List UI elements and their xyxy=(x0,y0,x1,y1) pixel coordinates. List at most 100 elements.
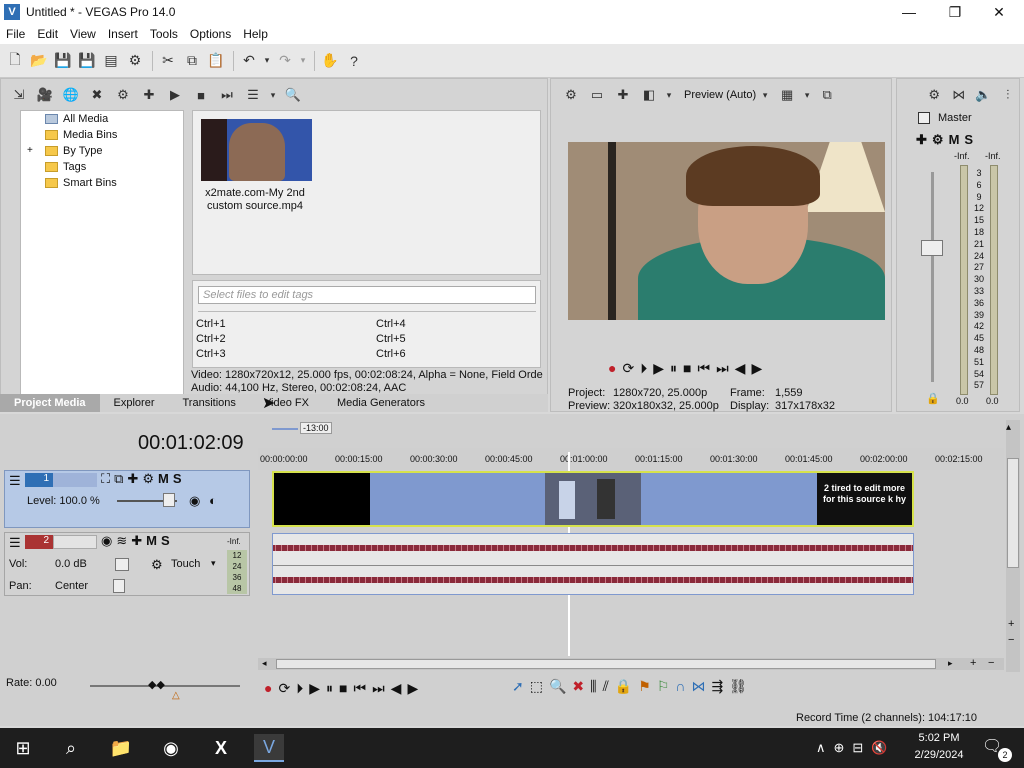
taskbar-date[interactable]: 2/29/2024 xyxy=(906,749,972,761)
master-fx-icon[interactable]: ⚙ xyxy=(932,132,944,148)
pause-icon[interactable]: ⏸ xyxy=(670,360,677,377)
time-ruler[interactable]: 00:00:00:00 00:00:15:00 00:00:30:00 00:00:4… xyxy=(258,448,1004,470)
delete-icon[interactable]: ✖ xyxy=(572,678,584,695)
search-icon[interactable]: 🔍 xyxy=(282,84,304,106)
tree-item-by-type[interactable]: + By Type xyxy=(21,143,183,159)
network-icon[interactable]: ⊕ xyxy=(834,740,845,756)
save-icon[interactable]: 💾 xyxy=(52,50,74,72)
copy-icon[interactable]: ⧉ xyxy=(181,50,203,72)
go-to-end-icon[interactable]: ⏭ xyxy=(716,360,729,377)
properties-gear-icon[interactable]: ⚙ xyxy=(124,50,146,72)
render-icon[interactable]: ▤ xyxy=(100,50,122,72)
views-dropdown-icon[interactable]: ▾ xyxy=(268,84,278,106)
overlays-grid-icon[interactable]: ▦ xyxy=(776,84,798,106)
close-button[interactable]: ✕ xyxy=(976,0,1022,24)
auto-preview-icon[interactable]: ⏭ xyxy=(216,84,238,106)
speaker-muted-icon[interactable]: 🔇 xyxy=(871,740,887,756)
rate-slider-handle[interactable]: ◆◆ xyxy=(148,678,165,691)
video-level-handle[interactable] xyxy=(163,493,175,507)
tab-transitions[interactable]: Transitions xyxy=(169,394,250,412)
vertical-scrollbar[interactable]: ▴ + − xyxy=(1006,420,1020,672)
pan-slider-handle[interactable] xyxy=(113,579,125,593)
pause-icon[interactable]: ⏸ xyxy=(326,680,333,697)
marker-label[interactable]: -13:00 xyxy=(300,422,332,434)
split-icon[interactable]: ⫽ xyxy=(603,678,609,695)
audio-solo-button[interactable]: S xyxy=(161,533,170,549)
tab-video-fx[interactable]: Video FX xyxy=(250,394,323,412)
selection-tool-icon[interactable]: ⬚ xyxy=(530,678,543,695)
views-icon[interactable]: ☰ xyxy=(242,84,264,106)
tab-explorer[interactable]: Explorer xyxy=(100,394,169,412)
plugin-manager-icon[interactable]: ✋ xyxy=(319,50,341,72)
arm-record-icon[interactable]: ◉ xyxy=(101,533,112,549)
lock-icon[interactable]: 🔒 xyxy=(615,678,632,695)
chrome-icon[interactable]: ◉ xyxy=(156,734,186,762)
video-solo-button[interactable]: S xyxy=(173,471,182,487)
video-mute-button[interactable]: M xyxy=(158,471,169,487)
split-screen-icon[interactable]: ✚ xyxy=(612,84,634,106)
capture-video-icon[interactable]: 🎥 xyxy=(34,84,56,106)
audio-track-header[interactable]: ☰ 2 ◉ ≋ ✚ M S Vol: 0.0 dB ⚙ Touch ▾ Pan:… xyxy=(4,532,250,596)
new-file-icon[interactable]: 🗋 xyxy=(4,50,26,72)
x-app-icon[interactable]: X xyxy=(206,734,236,762)
preview-options-icon[interactable]: ◧ xyxy=(638,84,660,106)
automation-mode[interactable]: Touch xyxy=(171,558,200,570)
ethernet-icon[interactable]: ⊟ xyxy=(852,740,863,756)
next-frame-icon[interactable]: ▶ xyxy=(407,680,418,697)
scroll-up-icon[interactable]: ▴ xyxy=(1006,422,1011,433)
media-fx-icon[interactable]: ⚙ xyxy=(112,84,134,106)
track-fx-icon[interactable]: ⚙ xyxy=(142,471,154,487)
tray-chevron-icon[interactable]: ∧ xyxy=(816,740,826,756)
media-properties-icon[interactable]: ✚ xyxy=(138,84,160,106)
windows-start-icon[interactable]: ⊞ xyxy=(8,734,38,762)
master-fader-handle[interactable] xyxy=(921,240,943,256)
save-as-icon[interactable]: 💾 xyxy=(76,50,98,72)
previous-frame-icon[interactable]: ◀ xyxy=(391,680,402,697)
master-lock-icon[interactable]: 🔒 xyxy=(926,392,940,405)
expand-toggle[interactable]: + xyxy=(27,143,33,159)
vol-slider-handle[interactable] xyxy=(115,558,129,571)
master-mute-button[interactable]: M xyxy=(949,132,960,148)
play-from-start-icon[interactable]: ⏵ xyxy=(640,360,647,377)
cut-icon[interactable]: ✂ xyxy=(157,50,179,72)
tree-item-tags[interactable]: Tags xyxy=(21,159,183,175)
vertical-scroll-thumb[interactable] xyxy=(1007,458,1019,568)
video-track-name[interactable] xyxy=(53,473,97,487)
remove-media-icon[interactable]: ✖ xyxy=(86,84,108,106)
scroll-right-icon[interactable]: ▸ xyxy=(948,658,953,669)
media-file-name[interactable]: x2mate.com-My 2nd custom source.mp4 xyxy=(199,187,311,213)
automation-dropdown-icon[interactable]: ▾ xyxy=(211,558,216,569)
invert-phase-icon[interactable]: ≋ xyxy=(116,533,127,549)
next-frame-icon[interactable]: ▶ xyxy=(751,360,762,377)
paste-icon[interactable]: 📋 xyxy=(205,50,227,72)
zoom-out-icon[interactable]: − xyxy=(1008,634,1014,646)
external-monitor-icon[interactable]: ▭ xyxy=(586,84,608,106)
menu-insert[interactable]: Insert xyxy=(102,27,144,41)
go-to-end-icon[interactable]: ⏭ xyxy=(372,680,385,697)
go-to-start-icon[interactable]: ⏮ xyxy=(697,360,710,377)
quality-dropdown-icon[interactable]: ▾ xyxy=(758,84,772,106)
redo-icon[interactable]: ↷ xyxy=(274,50,296,72)
zoom-time-in-icon[interactable]: + xyxy=(970,657,976,669)
chroma-icon[interactable]: ◐ xyxy=(209,493,217,508)
menu-options[interactable]: Options xyxy=(184,27,237,41)
master-solo-button[interactable]: S xyxy=(964,132,973,148)
media-thumbnail[interactable] xyxy=(201,119,312,181)
composite-mode-icon[interactable]: ⧉ xyxy=(114,471,123,487)
preview-dropdown-icon[interactable]: ▾ xyxy=(664,84,674,106)
track-collapse-icon[interactable]: ☰ xyxy=(9,473,21,489)
parent-overlay-icon[interactable]: ✚ xyxy=(127,471,138,487)
track-motion-icon[interactable]: ⛶ xyxy=(101,471,110,487)
automation-gear-icon[interactable]: ⚙ xyxy=(151,557,163,573)
undo-icon[interactable]: ↶ xyxy=(238,50,260,72)
horizontal-scrollbar[interactable]: ◂ ▸ + − xyxy=(258,657,1004,670)
normal-edit-tool-icon[interactable]: ➚ xyxy=(512,678,524,695)
audio-fx-icon[interactable]: ✚ xyxy=(131,533,142,549)
record-icon[interactable]: ● xyxy=(608,360,616,377)
insert-bus-icon[interactable]: ⋈ xyxy=(949,84,970,106)
audio-mute-button[interactable]: M xyxy=(146,533,157,549)
trim-icon[interactable]: ⫼ xyxy=(590,678,596,695)
compositing-icon[interactable]: ◉ xyxy=(189,493,200,509)
ripple-edit-icon[interactable]: ⇶ xyxy=(711,678,723,695)
play-preview-icon[interactable]: ▶ xyxy=(164,84,186,106)
